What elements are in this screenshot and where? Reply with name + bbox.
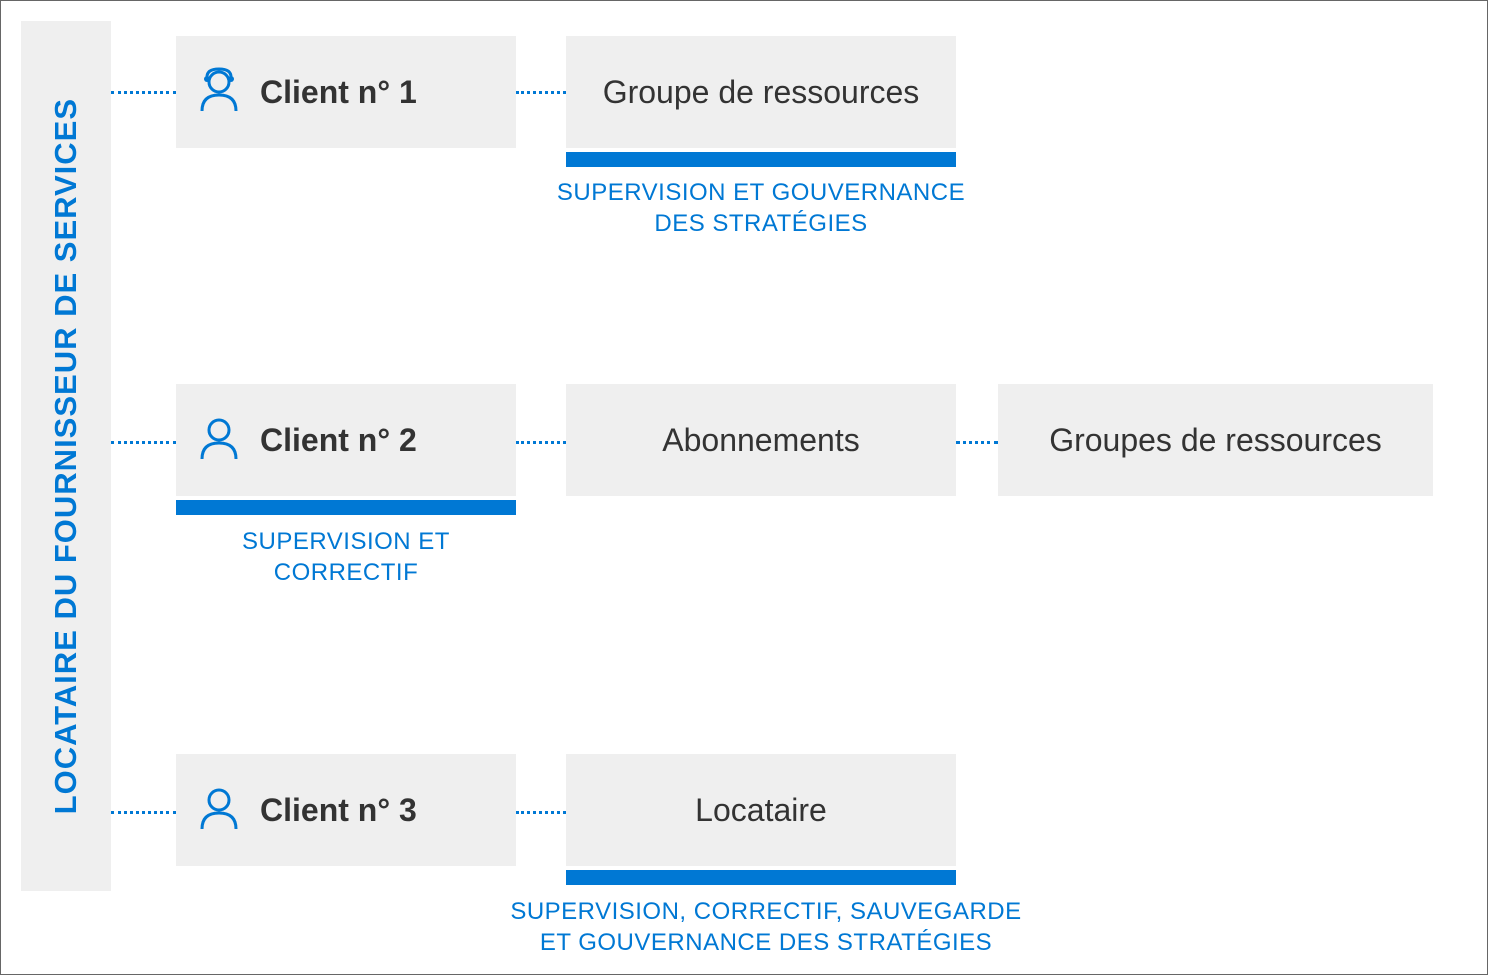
client1-label: Client n° 1 — [260, 74, 417, 111]
row2-node1-box: Abonnements — [566, 384, 956, 496]
user-icon — [196, 785, 242, 836]
row3-caption: SUPERVISION, CORRECTIF, SAUVEGARDE ET GO… — [506, 896, 1026, 958]
row1-bluebar — [566, 152, 956, 167]
row2-node2-box: Groupes de ressources — [998, 384, 1433, 496]
tenant-label: LOCATAIRE DU FOURNISSEUR DE SERVICES — [48, 98, 84, 814]
client3-box: Client n° 3 — [176, 754, 516, 866]
row1-node1-box: Groupe de ressources — [566, 36, 956, 148]
user-headset-icon — [196, 67, 242, 118]
connector-row2-node1-node2 — [956, 441, 998, 444]
row3-caption-line2: ET GOUVERNANCE DES STRATÉGIES — [540, 929, 992, 956]
connector-client3-node1 — [516, 811, 566, 814]
client2-box: Client n° 2 — [176, 384, 516, 496]
tenant-box: LOCATAIRE DU FOURNISSEUR DE SERVICES — [21, 21, 111, 891]
connector-tenant-client3 — [111, 811, 176, 814]
row1-node1-label: Groupe de ressources — [603, 74, 920, 111]
row3-node1-box: Locataire — [566, 754, 956, 866]
row1-caption: SUPERVISION ET GOUVERNANCE DES STRATÉGIE… — [531, 177, 991, 239]
row2-node2-label: Groupes de ressources — [1049, 422, 1382, 459]
row3-caption-line1: SUPERVISION, CORRECTIF, SAUVEGARDE — [510, 898, 1021, 925]
row2-caption-text: SUPERVISION ET CORRECTIF — [242, 528, 450, 586]
connector-client1-node1 — [516, 91, 566, 94]
user-outline-icon — [196, 415, 242, 466]
row2-caption: SUPERVISION ET CORRECTIF — [176, 526, 516, 588]
row2-node1-label: Abonnements — [662, 422, 859, 459]
client3-label: Client n° 3 — [260, 792, 417, 829]
row3-bluebar — [566, 870, 956, 885]
client2-label: Client n° 2 — [260, 422, 417, 459]
connector-tenant-client1 — [111, 91, 176, 94]
client1-box: Client n° 1 — [176, 36, 516, 148]
row1-caption-line2: DES STRATÉGIES — [654, 210, 867, 237]
connector-tenant-client2 — [111, 441, 176, 444]
diagram-frame: LOCATAIRE DU FOURNISSEUR DE SERVICES Cli… — [0, 0, 1488, 975]
row1-caption-line1: SUPERVISION ET GOUVERNANCE — [557, 179, 965, 206]
connector-client2-node1 — [516, 441, 566, 444]
row2-bluebar — [176, 500, 516, 515]
row3-node1-label: Locataire — [695, 792, 827, 829]
